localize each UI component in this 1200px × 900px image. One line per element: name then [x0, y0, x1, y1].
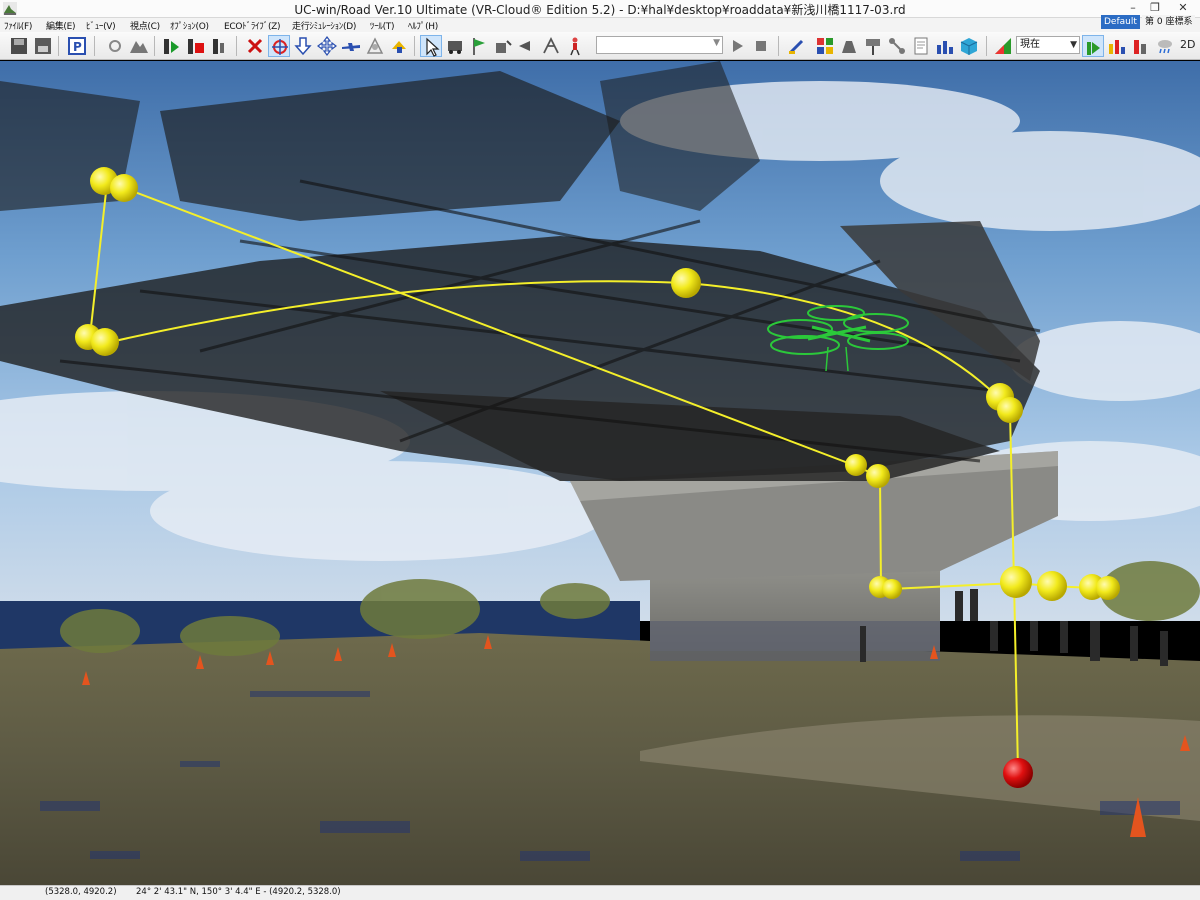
menu-eco-drive[interactable]: ECOﾄﾞﾗｲﾌﾞ(Z)	[224, 19, 281, 32]
time-select-value: 現在	[1020, 39, 1040, 50]
brush-icon[interactable]	[786, 35, 808, 57]
network-icon[interactable]	[886, 35, 908, 57]
menu-driving-simulation[interactable]: 走行ｼﾐｭﾚｰｼｮﾝ(D)	[292, 19, 356, 32]
status-bar: (5328.0, 4920.2) 24° 2' 43.1" N, 150° 3'…	[0, 885, 1200, 900]
waypoint[interactable]	[845, 454, 867, 476]
menu-edit[interactable]: 編集(E)	[46, 19, 76, 32]
sign-icon[interactable]	[862, 35, 884, 57]
stop-icon[interactable]	[750, 35, 772, 57]
down-arrow-icon[interactable]	[292, 35, 314, 57]
toolbar-separator	[58, 36, 59, 56]
signal-red-icon[interactable]	[1106, 35, 1128, 57]
menu-bar: ﾌｧｲﾙ(F) 編集(E) ﾋﾞｭｰ(V) 視点(C) ｵﾌﾟｼｮﾝ(O) EC…	[0, 18, 1200, 32]
waypoint[interactable]	[1000, 566, 1032, 598]
view-2d-button[interactable]: 2D	[1180, 38, 1195, 51]
waypoint[interactable]	[110, 174, 138, 202]
crane-icon[interactable]	[540, 35, 562, 57]
move-icon[interactable]	[316, 35, 338, 57]
walker-icon[interactable]	[564, 35, 586, 57]
terrain-icon[interactable]	[128, 35, 150, 57]
waypoint[interactable]	[882, 579, 902, 599]
save-as-icon[interactable]	[32, 35, 54, 57]
app-window: UC-win/Road Ver.10 Ultimate (VR-Cloud® E…	[0, 0, 1200, 900]
time-select[interactable]: 現在 ▼	[1016, 36, 1080, 54]
record-sim-icon[interactable]	[184, 35, 206, 57]
select-cursor-icon[interactable]	[420, 35, 442, 57]
aircraft-icon[interactable]	[340, 35, 362, 57]
toolbar-separator	[94, 36, 95, 56]
drone-icon[interactable]	[388, 35, 410, 57]
waypoint[interactable]	[997, 397, 1023, 423]
mode-badge[interactable]: Default	[1101, 15, 1140, 29]
toolbar-separator	[986, 36, 987, 56]
play-icon[interactable]	[726, 35, 748, 57]
status-geo-coordinates: 24° 2' 43.1" N, 150° 3' 4.4" E - (4920.2…	[136, 887, 341, 897]
status-position: (5328.0, 4920.2)	[45, 887, 117, 897]
waypoint[interactable]	[1037, 571, 1067, 601]
menu-file[interactable]: ﾌｧｲﾙ(F)	[4, 19, 32, 32]
rotate-icon[interactable]	[268, 35, 290, 57]
menu-help[interactable]: ﾍﾙﾌﾟ(H)	[408, 19, 438, 32]
weather-icon[interactable]	[1154, 35, 1176, 57]
chevron-down-icon: ▼	[1070, 40, 1077, 50]
menu-tools[interactable]: ﾂｰﾙ(T)	[370, 19, 395, 32]
edit-x-icon[interactable]	[244, 35, 266, 57]
route-select[interactable]: ▼	[596, 36, 723, 54]
menu-viewpoint[interactable]: 視点(C)	[130, 19, 160, 32]
weight-icon[interactable]	[838, 35, 860, 57]
scene-canvas[interactable]	[0, 61, 1200, 885]
toolbar-separator	[778, 36, 779, 56]
toolbar-separator	[236, 36, 237, 56]
play-sim-icon[interactable]	[160, 35, 182, 57]
parking-icon[interactable]: P	[66, 35, 88, 57]
document-icon[interactable]	[910, 35, 932, 57]
vehicle-icon[interactable]	[444, 35, 466, 57]
pier-graffiti	[650, 621, 940, 661]
flight-path-icon[interactable]	[364, 35, 386, 57]
waypoint[interactable]	[1096, 576, 1120, 600]
svg-text:P: P	[73, 40, 82, 54]
stop-sim-icon[interactable]	[208, 35, 230, 57]
cube-icon[interactable]	[958, 35, 980, 57]
menu-view[interactable]: ﾋﾞｭｰ(V)	[86, 19, 116, 32]
pointer-icon[interactable]	[516, 35, 538, 57]
waypoint[interactable]	[671, 268, 701, 298]
toolbar-separator	[414, 36, 415, 56]
signal-icon[interactable]	[992, 35, 1014, 57]
window-title: UC-win/Road Ver.10 Ultimate (VR-Cloud® E…	[294, 3, 906, 17]
traffic-light-icon[interactable]	[1130, 35, 1152, 57]
chevron-down-icon: ▼	[713, 38, 720, 48]
grid-icon[interactable]	[814, 35, 836, 57]
graph-icon[interactable]	[934, 35, 956, 57]
stopwatch-icon[interactable]	[492, 35, 514, 57]
signal-alt-icon[interactable]	[1082, 35, 1104, 57]
camera-move-icon[interactable]	[104, 35, 126, 57]
3d-viewport[interactable]	[0, 61, 1200, 885]
menu-options[interactable]: ｵﾌﾟｼｮﾝ(O)	[170, 19, 209, 32]
save-icon[interactable]	[8, 35, 30, 57]
toolbar-separator	[154, 36, 155, 56]
flight-end-marker[interactable]	[1003, 758, 1033, 788]
coordinate-system-label[interactable]: 第 0 座標系	[1142, 15, 1196, 29]
title-bar: UC-win/Road Ver.10 Ultimate (VR-Cloud® E…	[0, 0, 1200, 18]
waypoint[interactable]	[866, 464, 890, 488]
waypoint[interactable]	[91, 328, 119, 356]
flag-icon[interactable]	[468, 35, 490, 57]
